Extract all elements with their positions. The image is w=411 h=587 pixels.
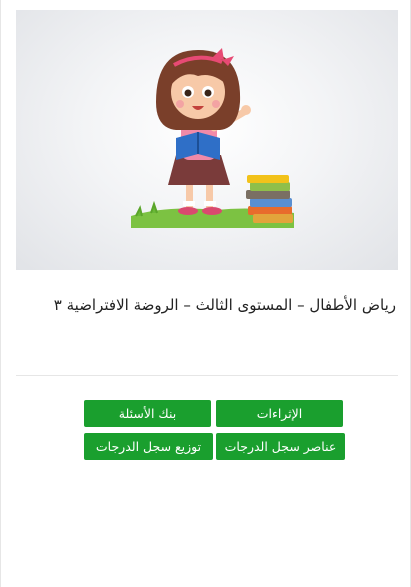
divider [16, 375, 398, 376]
course-image[interactable] [16, 10, 398, 270]
course-title[interactable]: رياض الأطفال – المستوى الثالث – الروضة ا… [12, 296, 396, 314]
question-bank-button[interactable]: بنك الأسئلة [84, 400, 211, 427]
grade-book-items-button[interactable]: عناصر سجل الدرجات [216, 433, 345, 460]
course-card: رياض الأطفال – المستوى الثالث – الروضة ا… [0, 0, 411, 587]
grade-book-distribution-button[interactable]: توزيع سجل الدرجات [84, 433, 213, 460]
girl-reading-illustration [131, 48, 294, 228]
enrichments-button[interactable]: الإثراءات [216, 400, 343, 427]
